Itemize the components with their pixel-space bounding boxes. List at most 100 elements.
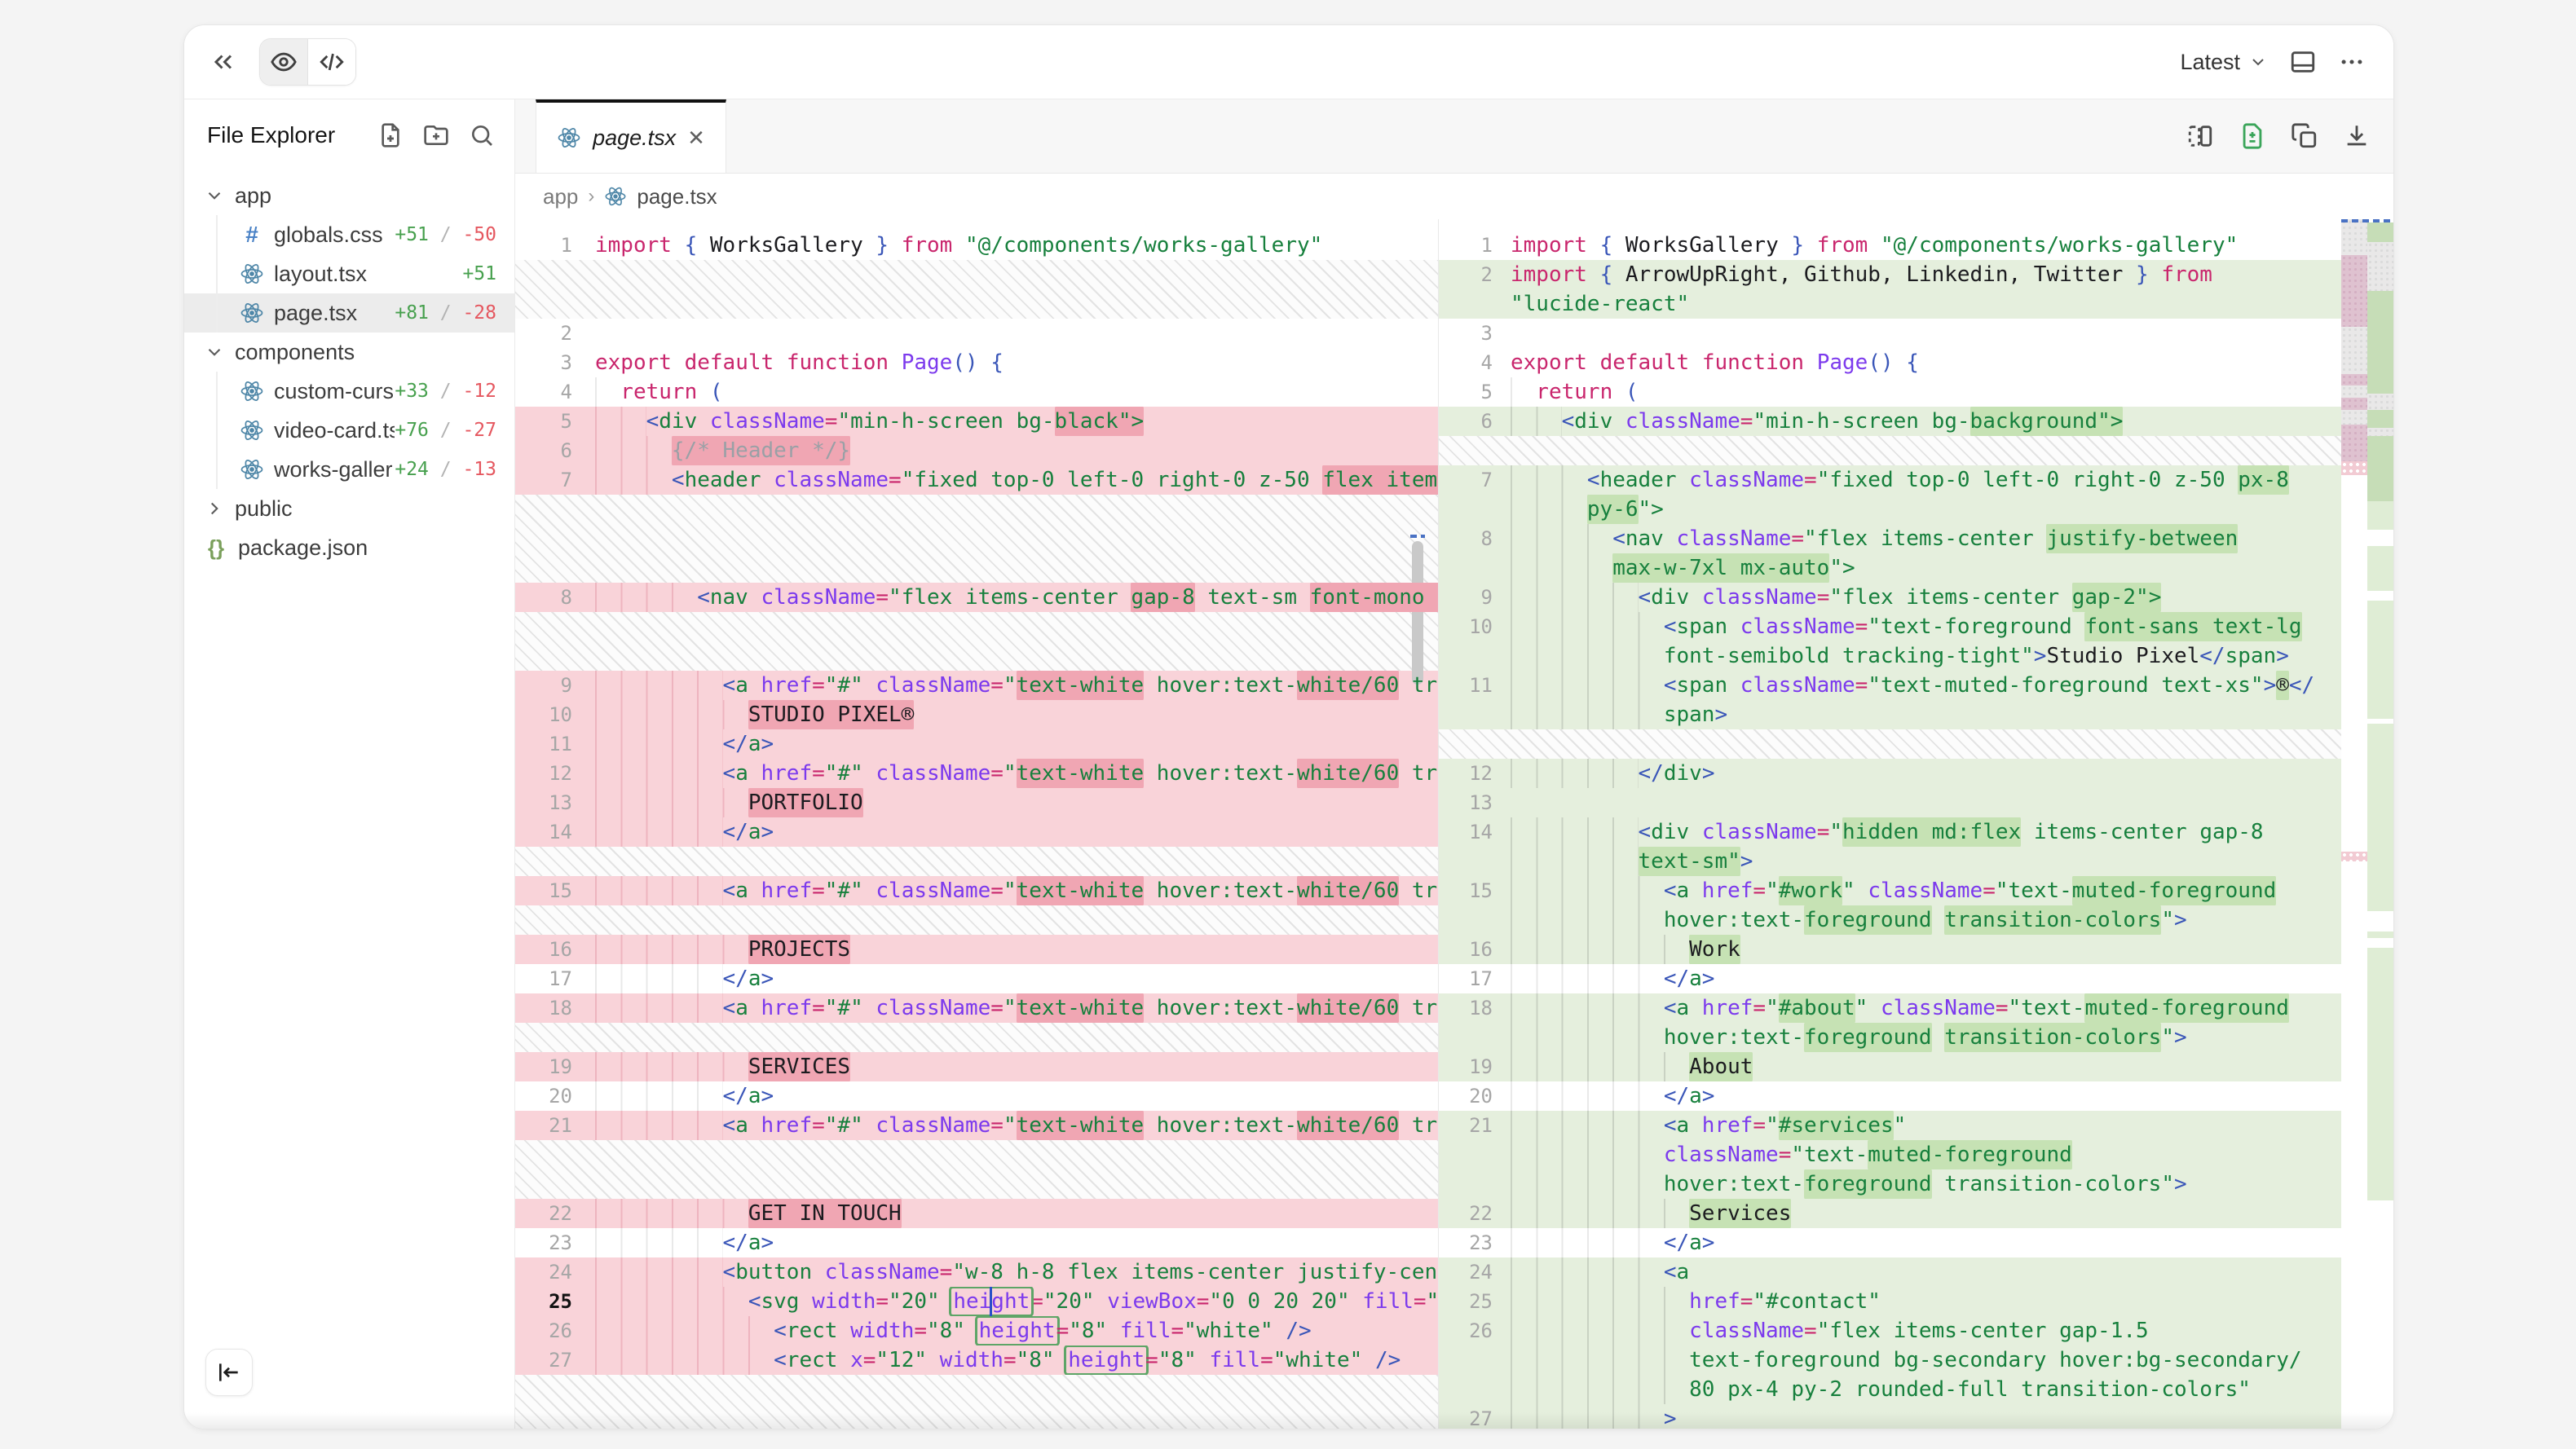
code-line[interactable]: <rect width="8" height="8" fill="white" … [595, 1316, 1438, 1346]
code-line[interactable]: <svg width="20" height="20" viewBox="0 0… [595, 1287, 1438, 1316]
tree-file-custom-curs-[interactable]: custom-curs…+33 / -12 [184, 372, 514, 411]
code-line[interactable]: <button className="w-8 h-8 flex items-ce… [595, 1257, 1438, 1287]
code-line[interactable]: <div className="flex items-center gap-2"… [1511, 583, 2393, 612]
code-line[interactable]: hover:text-foreground transition-colors"… [1511, 905, 2393, 935]
code-line[interactable]: PROJECTS [595, 935, 1438, 964]
code-line[interactable]: hover:text-foreground transition-colors"… [1511, 1169, 2393, 1199]
code-line[interactable]: </a> [1511, 1081, 2393, 1111]
tree-file-globals.css[interactable]: #globals.css+51 / -50 [184, 215, 514, 254]
code-line[interactable]: <a href="#" className="text-white hover:… [595, 993, 1438, 1023]
tree-file-works-galler-[interactable]: works-galler…+24 / -13 [184, 450, 514, 489]
minimap-column-right[interactable] [2367, 219, 2393, 1429]
code-line[interactable]: </a> [595, 1228, 1438, 1257]
code-line[interactable] [1511, 319, 2393, 348]
code-line[interactable]: import { ArrowUpRight, Github, Linkedin,… [1511, 260, 2393, 289]
tree-folder-components[interactable]: components [184, 333, 514, 372]
collapse-panel-button[interactable] [209, 47, 238, 77]
version-selector[interactable]: Latest [2180, 50, 2268, 75]
diff-view-button[interactable] [2239, 122, 2266, 150]
code-line[interactable]: <a href="#" className="text-white hover:… [595, 759, 1438, 788]
code-line[interactable]: "lucide-react" [1511, 289, 2393, 319]
code-line[interactable]: text-foreground bg-secondary hover:bg-se… [1511, 1346, 2393, 1375]
search-files-button[interactable] [469, 122, 495, 148]
code-line[interactable]: About [1511, 1052, 2393, 1081]
code-line[interactable]: <div className="min-h-screen bg-backgrou… [1511, 407, 2393, 436]
code-line[interactable]: font-semibold tracking-tight">Studio Pix… [1511, 641, 2393, 671]
copy-file-button[interactable] [2291, 122, 2318, 150]
tab-page-tsx[interactable]: page.tsx ✕ [536, 99, 726, 173]
code-line[interactable]: </div> [1511, 759, 2393, 788]
code-line[interactable]: Work [1511, 935, 2393, 964]
code-line[interactable]: <nav className="flex items-center justif… [1511, 524, 2393, 553]
code-line[interactable]: <span className="text-foreground font-sa… [1511, 612, 2393, 641]
new-folder-button[interactable] [423, 122, 449, 148]
left-pane-scrollbar[interactable] [1412, 541, 1423, 685]
code-line[interactable]: import { WorksGallery } from "@/componen… [595, 231, 1438, 260]
tree-folder-app[interactable]: app [184, 176, 514, 215]
code-line[interactable]: <a href="#work" className="text-muted-fo… [1511, 876, 2393, 905]
tree-file-layout.tsx[interactable]: layout.tsx+51 [184, 254, 514, 293]
code-line[interactable]: <header className="fixed top-0 left-0 ri… [1511, 465, 2393, 495]
code-toggle-button[interactable] [308, 39, 355, 85]
code-line[interactable]: GET IN TOUCH [595, 1199, 1438, 1228]
breadcrumb-root[interactable]: app [543, 184, 578, 209]
code-line[interactable]: <span className="text-muted-foreground t… [1511, 671, 2393, 700]
code-line[interactable]: <header className="fixed top-0 left-0 ri… [595, 465, 1438, 495]
code-line[interactable]: return ( [595, 377, 1438, 407]
code-line[interactable]: <div className="hidden md:flex items-cen… [1511, 817, 2393, 847]
code-line[interactable]: PORTFOLIO [595, 788, 1438, 817]
minimap[interactable] [2341, 219, 2393, 1429]
code-line[interactable]: className="text-muted-foreground [1511, 1140, 2393, 1169]
code-line[interactable]: <a [1511, 1257, 2393, 1287]
code-line[interactable]: hover:text-foreground transition-colors"… [1511, 1023, 2393, 1052]
code-line[interactable] [595, 319, 1438, 348]
toggle-bottom-panel-button[interactable] [2289, 48, 2317, 76]
code-line[interactable]: max-w-7xl mx-auto"> [1511, 553, 2393, 583]
code-line[interactable]: </a> [595, 1081, 1438, 1111]
code-row: 14</a> [515, 817, 1438, 847]
code-line[interactable]: </a> [595, 729, 1438, 759]
code-line[interactable]: Services [1511, 1199, 2393, 1228]
code-line[interactable]: <div className="min-h-screen bg-black"> [595, 407, 1438, 436]
code-line[interactable]: <a href="#about" className="text-muted-f… [1511, 993, 2393, 1023]
breadcrumb-file[interactable]: page.tsx [637, 184, 717, 209]
tab-close-icon[interactable]: ✕ [687, 127, 705, 148]
preview-toggle-button[interactable] [260, 39, 308, 85]
code-line[interactable]: href="#contact" [1511, 1287, 2393, 1316]
code-line[interactable]: text-sm"> [1511, 847, 2393, 876]
code-line[interactable]: > [1511, 1404, 2393, 1429]
code-line[interactable]: <a href="#" className="text-white hover:… [595, 671, 1438, 700]
code-line[interactable]: export default function Page() { [595, 348, 1438, 377]
tree-file-page.tsx[interactable]: page.tsx+81 / -28 [184, 293, 514, 333]
code-line[interactable]: </a> [1511, 1228, 2393, 1257]
code-line[interactable]: SERVICES [595, 1052, 1438, 1081]
code-line[interactable]: span> [1511, 700, 2393, 729]
more-options-button[interactable] [2338, 48, 2366, 76]
download-file-button[interactable] [2343, 122, 2371, 150]
code-line[interactable] [1511, 788, 2393, 817]
code-line[interactable]: </a> [595, 964, 1438, 993]
tree-file-package.json[interactable]: {}package.json [184, 528, 514, 567]
code-line[interactable]: <nav className="flex items-center gap-8 … [595, 583, 1438, 612]
code-line[interactable]: return ( [1511, 377, 2393, 407]
code-line[interactable]: 80 px-4 py-2 rounded-full transition-col… [1511, 1375, 2393, 1404]
code-line[interactable]: py-6"> [1511, 495, 2393, 524]
code-line[interactable]: STUDIO PIXEL® [595, 700, 1438, 729]
split-view-button[interactable] [2186, 122, 2214, 150]
tree-folder-public[interactable]: public [184, 489, 514, 528]
code-line[interactable]: import { WorksGallery } from "@/componen… [1511, 231, 2393, 260]
code-line[interactable]: <a href="#" className="text-white hover:… [595, 1111, 1438, 1140]
code-line[interactable]: <a href="#" className="text-white hover:… [595, 876, 1438, 905]
code-line[interactable]: </a> [595, 817, 1438, 847]
code-line[interactable]: {/* Header */} [595, 436, 1438, 465]
minimap-column-left[interactable] [2341, 219, 2367, 1429]
tree-file-video-card.tsx[interactable]: video-card.tsx+76 / -27 [184, 411, 514, 450]
code-line[interactable]: <rect x="12" width="8" height="8" fill="… [595, 1346, 1438, 1375]
code-line[interactable]: </a> [1511, 964, 2393, 993]
collapse-sidebar-button[interactable] [205, 1349, 253, 1396]
code-line[interactable]: <a href="#services" [1511, 1111, 2393, 1140]
code-row: 23</a> [1439, 1228, 2393, 1257]
new-file-button[interactable] [377, 122, 404, 148]
code-line[interactable]: className="flex items-center gap-1.5 [1511, 1316, 2393, 1346]
code-line[interactable]: export default function Page() { [1511, 348, 2393, 377]
